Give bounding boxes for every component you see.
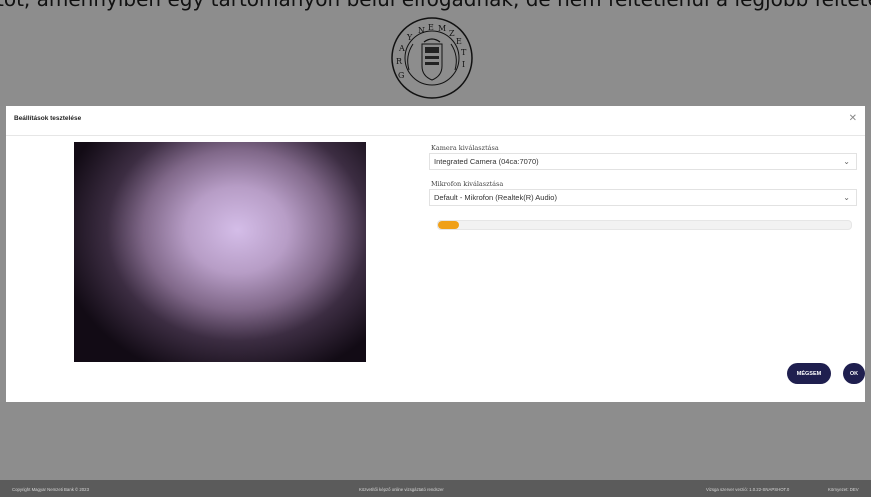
mic-select-label: Mikrofon kiválasztása: [431, 180, 504, 188]
modal-header: Beállítások tesztelése ✕: [6, 106, 865, 136]
footer-copyright: Copyright Magyar Nemzeti Bank © 2023: [12, 487, 89, 492]
svg-text:Y: Y: [406, 33, 413, 42]
chevron-down-icon: ⌄: [843, 157, 850, 166]
camera-select-label: Kamera kiválasztása: [431, 144, 499, 152]
footer-version: Vizsga szerver verzió: 1.0.22-SNAPSHOT.0: [706, 487, 790, 492]
mic-select[interactable]: Default - Mikrofon (Realtek(R) Audio) ⌄: [429, 189, 857, 206]
mic-level-meter: [437, 220, 852, 230]
background-area: [0, 402, 871, 480]
svg-text:E: E: [456, 37, 462, 46]
close-icon[interactable]: ✕: [849, 113, 857, 124]
svg-text:R: R: [396, 57, 403, 66]
background-page: tot, amennyiben egy tartományon belül el…: [0, 0, 871, 106]
svg-text:G: G: [398, 71, 404, 80]
mic-level-fill: [438, 221, 459, 229]
chevron-down-icon: ⌄: [843, 193, 850, 202]
cancel-button[interactable]: MÉGSEM: [787, 363, 831, 384]
ok-button[interactable]: OK: [843, 363, 865, 384]
svg-text:M: M: [438, 24, 446, 33]
modal-title: Beállítások tesztelése: [14, 115, 82, 122]
footer-system-name: Közvetítői képző online vizsgáztató rend…: [359, 487, 444, 492]
footer-environment: Környezet: DEV: [828, 487, 859, 492]
svg-text:I: I: [462, 60, 465, 69]
camera-select-value: Integrated Camera (04ca:7070): [434, 157, 539, 166]
svg-text:E: E: [428, 23, 434, 32]
mnb-seal-logo: N E M Z E T I Y A R G: [391, 17, 473, 99]
mic-select-value: Default - Mikrofon (Realtek(R) Audio): [434, 193, 557, 202]
footer: Copyright Magyar Nemzeti Bank © 2023 Köz…: [0, 480, 871, 497]
svg-text:Z: Z: [449, 29, 455, 38]
svg-text:A: A: [398, 44, 405, 53]
camera-preview: [74, 142, 366, 362]
svg-text:N: N: [418, 26, 425, 35]
svg-text:T: T: [461, 48, 467, 57]
settings-test-modal: Beállítások tesztelése ✕ Kamera kiválasz…: [6, 106, 865, 402]
camera-select[interactable]: Integrated Camera (04ca:7070) ⌄: [429, 153, 857, 170]
